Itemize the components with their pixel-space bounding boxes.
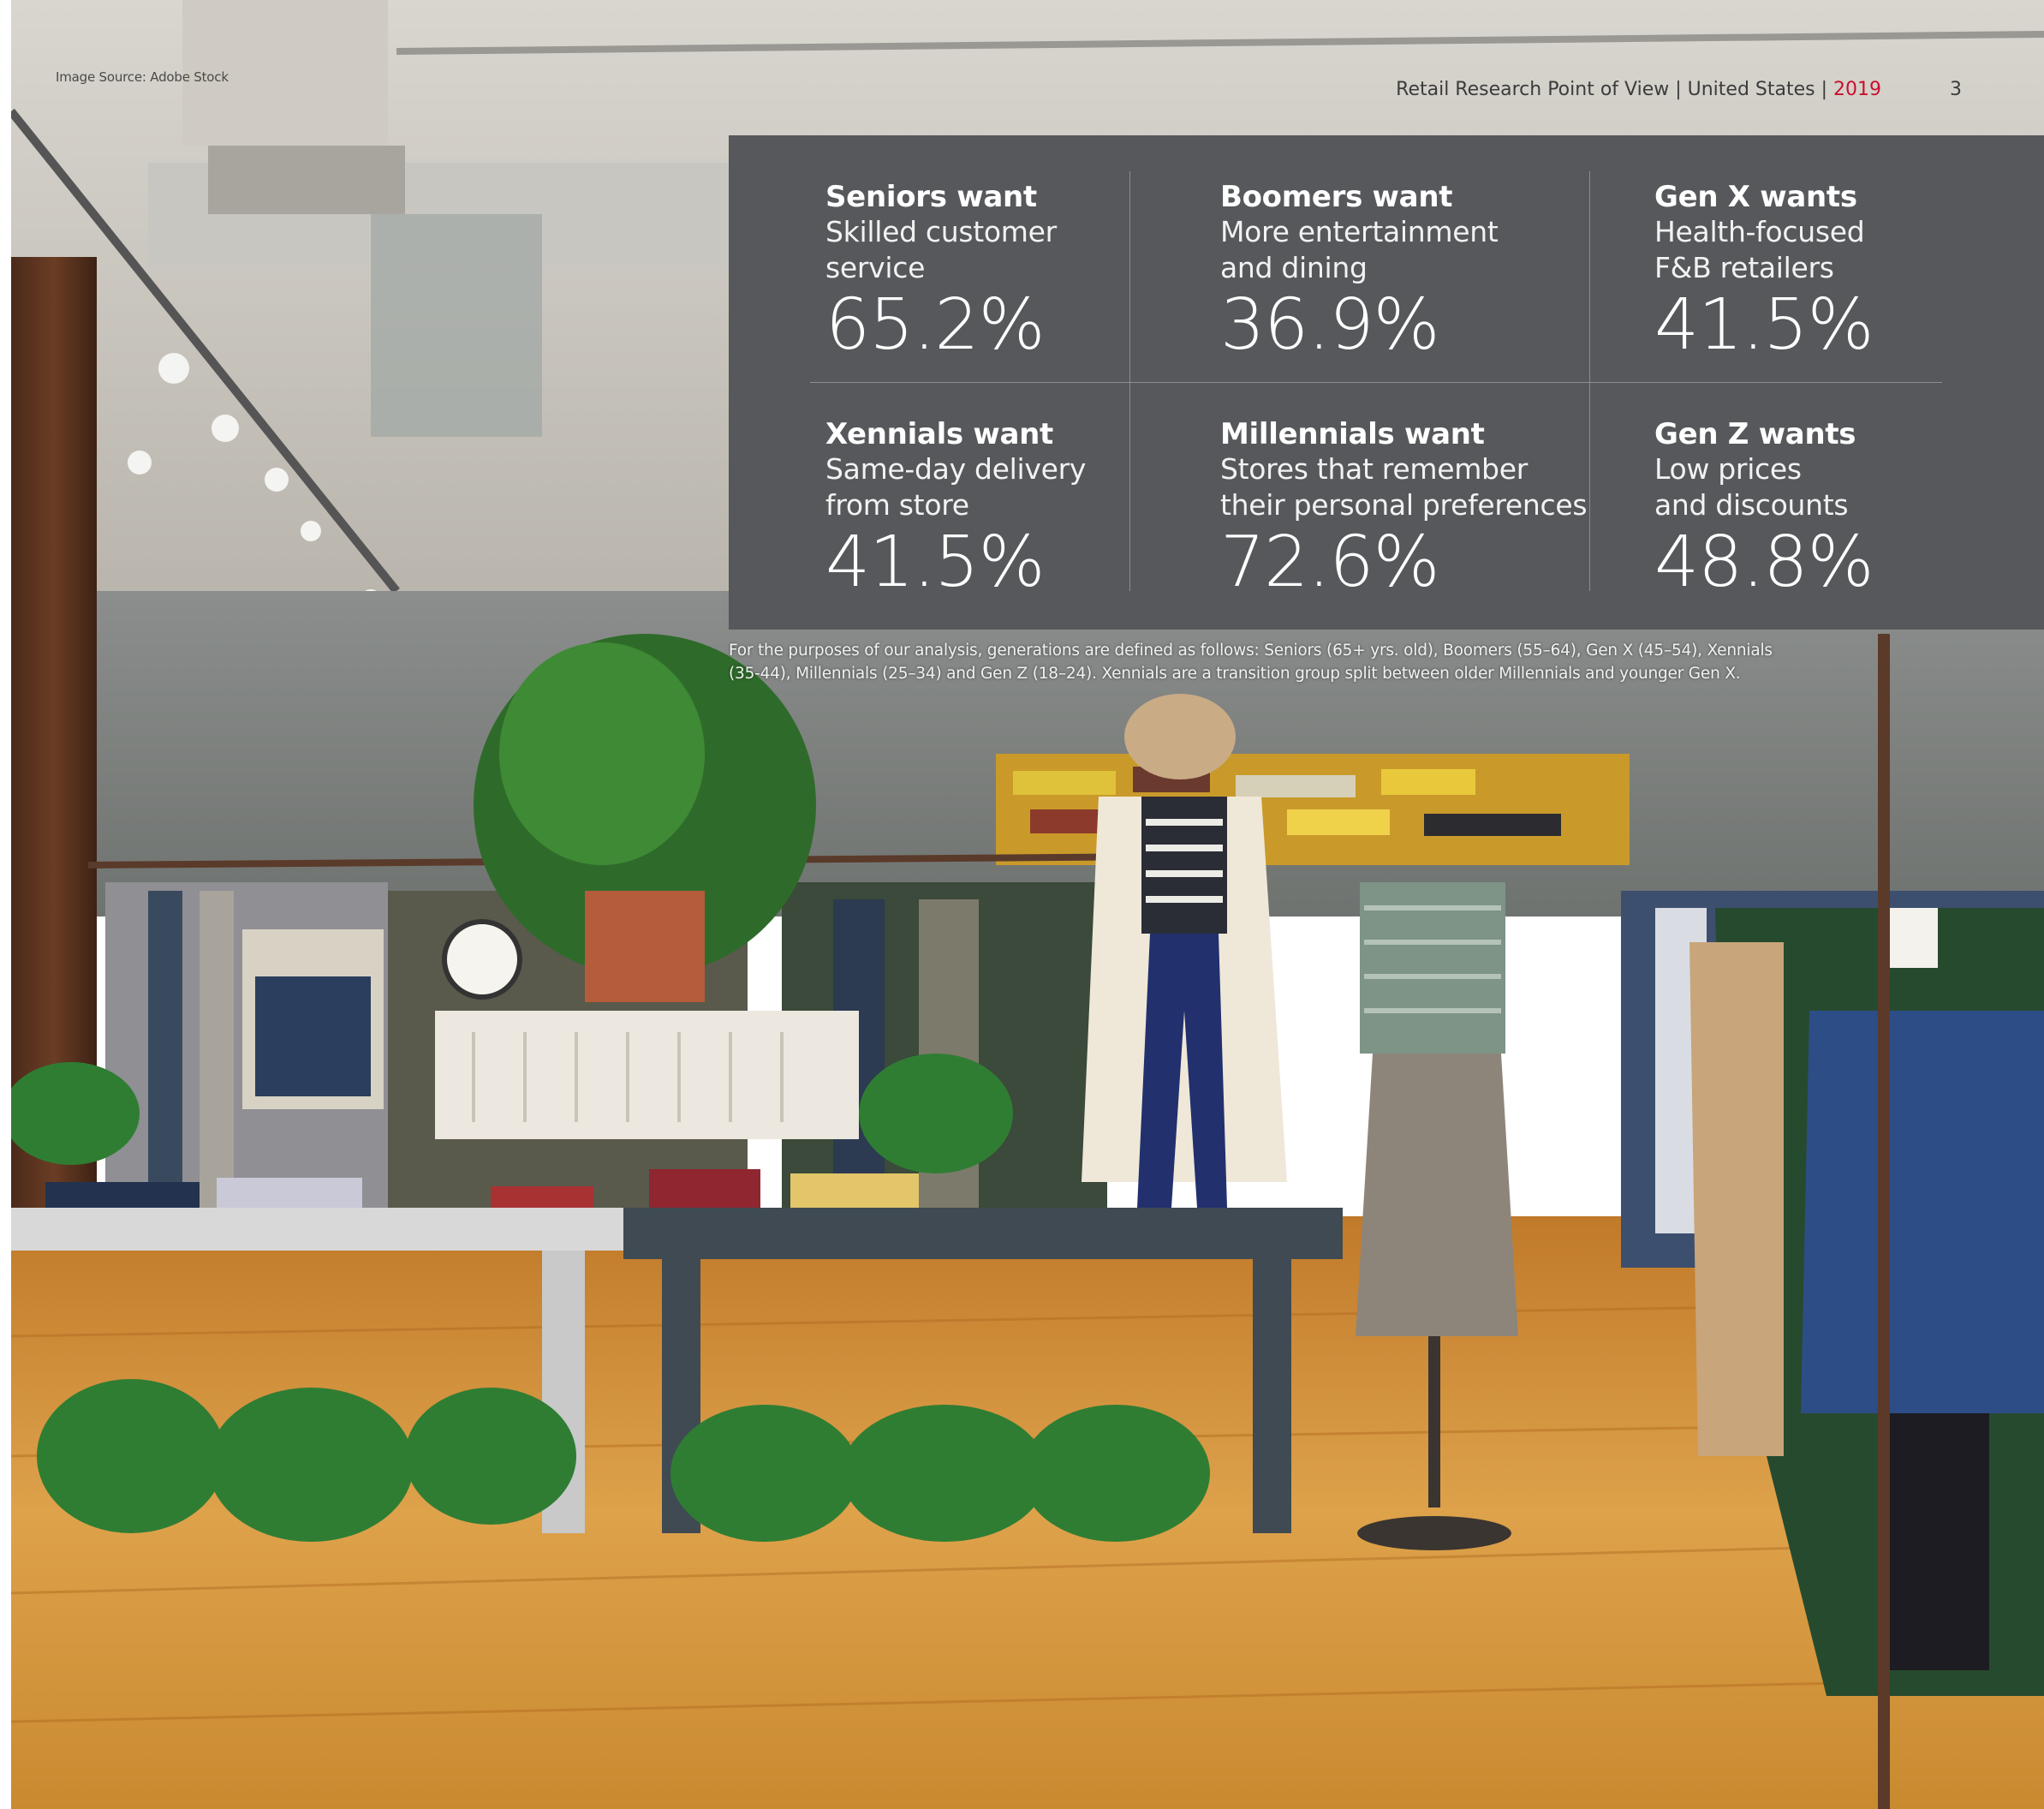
column-divider xyxy=(1129,171,1130,591)
stat-description: More entertainment xyxy=(1220,215,1499,248)
publication-year: 2019 xyxy=(1833,79,1881,100)
stat-description: and dining xyxy=(1220,251,1368,284)
stat-value: 48.8% xyxy=(1654,522,1874,603)
row-divider xyxy=(810,382,1942,383)
column-divider xyxy=(1589,171,1590,591)
stat-seniors: Seniors want Skilled customer service 65… xyxy=(825,180,1057,363)
stat-gen-x: Gen X wants Health-focused F&B retailers… xyxy=(1654,180,1874,363)
stat-title: Boomers want xyxy=(1220,180,1453,214)
stat-title: Millennials want xyxy=(1220,417,1485,451)
stat-value: 36.9% xyxy=(1220,284,1440,366)
stat-millennials: Millennials want Stores that remember th… xyxy=(1220,417,1588,603)
stat-boomers: Boomers want More entertainment and dini… xyxy=(1220,180,1499,366)
generation-definitions-footnote: For the purposes of our analysis, genera… xyxy=(729,642,1773,683)
stat-gen-z: Gen Z wants Low prices and discounts 48.… xyxy=(1654,417,1874,600)
image-credit: Image Source: Adobe Stock xyxy=(56,69,229,85)
stat-description: Same-day delivery xyxy=(825,452,1087,486)
stat-title: Seniors want xyxy=(825,180,1037,214)
stat-description: from store xyxy=(825,488,969,522)
publication-title: Retail Research Point of View | United S… xyxy=(1396,79,1833,100)
generation-stats-panel: Seniors want Skilled customer service 65… xyxy=(729,135,2044,630)
stat-title: Xennials want xyxy=(825,417,1054,451)
stat-description: F&B retailers xyxy=(1654,251,1834,284)
stat-title: Gen X wants xyxy=(1654,180,1857,214)
stat-value: 41.5% xyxy=(1654,284,1874,366)
stat-description: Low prices xyxy=(1654,452,1802,486)
stat-xennials: Xennials want Same-day delivery from sto… xyxy=(825,417,1086,600)
page-number: 3 xyxy=(1950,79,1962,100)
stat-description: Stores that remember xyxy=(1220,452,1528,486)
stat-description: Skilled customer xyxy=(825,215,1057,248)
stat-title: Gen Z wants xyxy=(1654,417,1856,451)
stat-description: their personal preferences xyxy=(1220,488,1588,522)
stat-description: service xyxy=(825,251,926,284)
stat-value: 72.6% xyxy=(1220,522,1440,603)
page-header: Retail Research Point of View | United S… xyxy=(1396,79,1881,100)
stat-value: 41.5% xyxy=(825,522,1046,603)
stat-description: and discounts xyxy=(1654,488,1849,522)
stat-description: Health-focused xyxy=(1654,215,1865,248)
stat-value: 65.2% xyxy=(825,284,1045,366)
